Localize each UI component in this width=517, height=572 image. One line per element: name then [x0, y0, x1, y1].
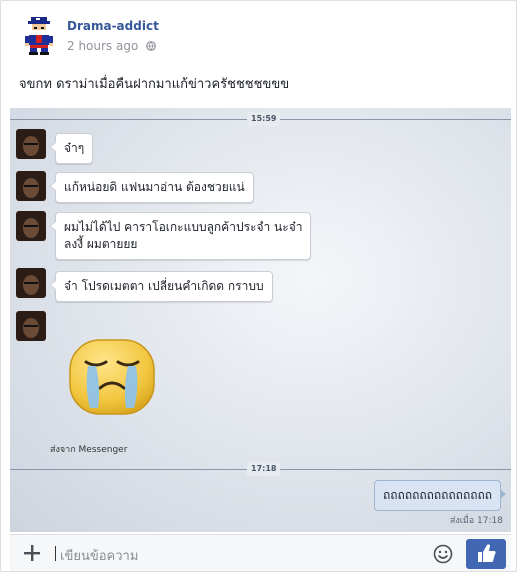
post-meta: 2 hours ago [67, 39, 157, 53]
chat-message: จ๋า โปรดเมตตา เปลี่ยนคำเกิดด กราบบ [50, 271, 273, 302]
read-receipt: ส่งเมื่อ 17:18 [449, 516, 503, 526]
thumbs-up-icon [478, 544, 496, 562]
sender-avatar [16, 311, 46, 341]
crying-face-icon [69, 339, 155, 415]
sender-avatar [16, 129, 46, 159]
person-photo-icon [16, 311, 46, 341]
message-input[interactable]: เขียนข้อความ [50, 539, 420, 567]
post-caption: จขกท ดราม่าเมื่อคืนฝากมาแก้ข่าวครัชชชชขข… [19, 77, 290, 92]
post-time[interactable]: 2 hours ago [67, 39, 138, 53]
timestamp-divider: 15:59 [10, 112, 511, 126]
person-photo-icon [16, 268, 46, 298]
plus-icon-glyph [24, 545, 40, 561]
sender-avatar [16, 268, 46, 298]
text-caret [55, 546, 56, 561]
sender-avatar [16, 211, 46, 241]
chat-message-line: ผมไม่ได้ไป คาราโอเกะแบบลูกค้าประจำ นะจ๋า [64, 220, 303, 234]
person-photo-icon [16, 171, 46, 201]
author-name[interactable]: Drama-addict [67, 19, 159, 33]
crying-face-sticker [66, 338, 158, 418]
like-button[interactable] [466, 539, 506, 569]
plus-icon[interactable] [20, 541, 44, 565]
person-photo-icon [16, 211, 46, 241]
smile-icon[interactable] [433, 544, 453, 564]
chat-message-line: ลงงี้ ผมตายยย [64, 237, 138, 251]
timestamp-label: 15:59 [247, 112, 281, 126]
chat-message: แก้หน่อยดิ แฟนมาอ่าน ต้องชวยแน่ [50, 172, 254, 203]
person-photo-icon [16, 129, 46, 159]
sender-avatar [16, 171, 46, 201]
pixel-character-icon [25, 17, 53, 55]
chat-screenshot: 15:59 จ๋าๆ แก้หน่อยดิ แฟนมาอ่าน ต้องชวยแ… [10, 108, 511, 532]
globe-icon [146, 41, 157, 51]
timestamp-label: 17:18 [247, 462, 281, 476]
smile-icon-glyph [433, 544, 453, 564]
sent-message: ถถถถถถถถถถถถถถถ [374, 480, 506, 511]
chat-message: จ๋าๆ [49, 133, 94, 164]
message-input-placeholder: เขียนข้อความ [60, 549, 139, 564]
timestamp-divider: 17:18 [10, 462, 511, 476]
sent-via-label: ส่งจาก Messenger [50, 445, 128, 455]
message-composer: เขียนข้อความ [10, 534, 511, 571]
page-avatar[interactable] [19, 15, 59, 55]
post-card: Drama-addict 2 hours ago จขกท ดราม่าเมื่… [0, 0, 517, 572]
chat-message: ผมไม่ได้ไป คาราโอเกะแบบลูกค้าประจำ นะจ๋า… [49, 212, 312, 260]
